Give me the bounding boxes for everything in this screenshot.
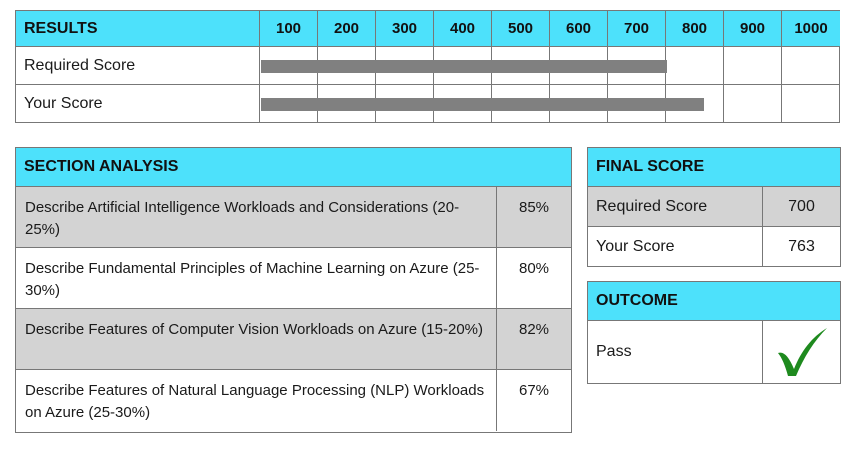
- section-percent: 82%: [518, 321, 550, 338]
- table-row: Describe Fundamental Principles of Machi…: [16, 248, 571, 309]
- your-score-value: 763: [788, 237, 815, 255]
- final-score-title: FINAL SCORE: [588, 148, 840, 187]
- tick-label: 1000: [782, 11, 840, 47]
- table-row: Your Score 763: [588, 227, 840, 266]
- tick-label: 300: [376, 11, 434, 47]
- required-score-bar: [261, 60, 667, 73]
- your-score-label: Your Score: [16, 85, 260, 122]
- final-score-panel: FINAL SCORE Required Score 700 Your Scor…: [587, 147, 841, 267]
- section-description: Describe Features of Natural Language Pr…: [16, 370, 497, 431]
- section-description: Describe Artificial Intelligence Workloa…: [16, 187, 497, 247]
- tick-label: 700: [608, 11, 666, 47]
- tick-label: 600: [550, 11, 608, 47]
- section-percent: 85%: [518, 199, 550, 216]
- table-row: Describe Artificial Intelligence Workloa…: [16, 187, 571, 248]
- required-score-value: 700: [788, 197, 815, 215]
- section-percent: 80%: [518, 260, 550, 277]
- your-score-bar: [261, 98, 704, 111]
- your-score-label: Your Score: [588, 227, 763, 266]
- tick-label: 500: [492, 11, 550, 47]
- section-percent: 67%: [518, 382, 550, 399]
- outcome-title: OUTCOME: [588, 282, 840, 321]
- section-analysis-title: SECTION ANALYSIS: [16, 148, 571, 187]
- section-description: Describe Fundamental Principles of Machi…: [16, 248, 497, 308]
- outcome-label: Pass: [588, 321, 763, 383]
- outcome-panel: OUTCOME Pass: [587, 281, 841, 384]
- section-description: Describe Features of Computer Vision Wor…: [16, 309, 497, 369]
- tick-label: 800: [666, 11, 724, 47]
- required-score-label: Required Score: [16, 47, 260, 85]
- tick-label: 900: [724, 11, 782, 47]
- tick-label: 100: [260, 11, 318, 47]
- results-panel: RESULTS 100 200 300 400 500 600 700 800 …: [15, 10, 840, 123]
- tick-label: 200: [318, 11, 376, 47]
- tick-label: 400: [434, 11, 492, 47]
- required-score-label: Required Score: [588, 187, 763, 226]
- results-title: RESULTS: [16, 11, 260, 47]
- checkmark-icon: [777, 328, 827, 376]
- table-row: Describe Features of Natural Language Pr…: [16, 370, 571, 431]
- section-analysis-panel: SECTION ANALYSIS Describe Artificial Int…: [15, 147, 572, 433]
- table-row: Describe Features of Computer Vision Wor…: [16, 309, 571, 370]
- table-row: Required Score 700: [588, 187, 840, 227]
